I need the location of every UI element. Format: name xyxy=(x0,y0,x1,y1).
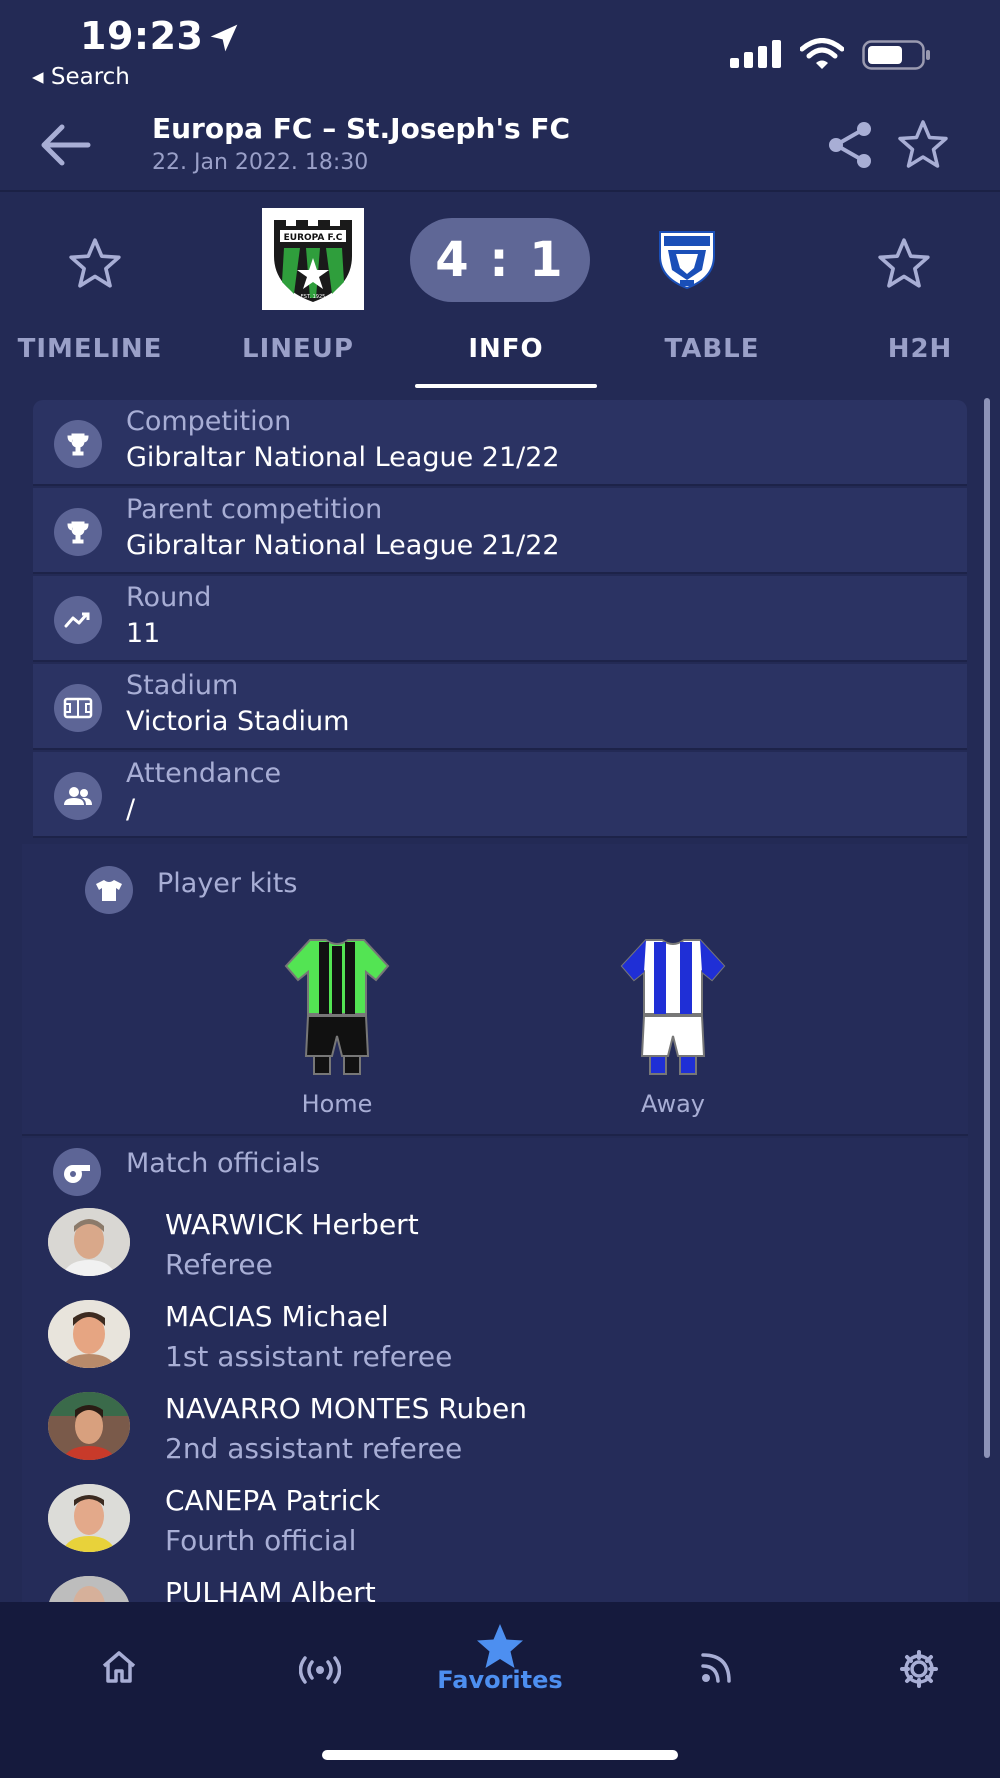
match-title: Europa FC – St.Joseph's FC xyxy=(152,112,571,145)
europa-fc-crest-icon: EUROPA F.C EST. 1925 xyxy=(274,220,352,302)
official-row[interactable]: NAVARRO MONTES Ruben 2nd assistant refer… xyxy=(22,1392,968,1484)
info-row-stadium[interactable]: Stadium Victoria Stadium xyxy=(33,664,967,750)
info-value: Gibraltar National League 21/22 xyxy=(126,442,560,473)
gear-icon xyxy=(900,1650,938,1688)
avatar xyxy=(48,1392,130,1460)
avatar xyxy=(48,1576,130,1602)
avatar xyxy=(48,1208,130,1276)
nav-live[interactable] xyxy=(259,1626,379,1716)
home-indicator[interactable] xyxy=(322,1750,678,1760)
official-row[interactable]: MACIAS Michael 1st assistant referee xyxy=(22,1300,968,1392)
trophy-icon xyxy=(54,420,102,468)
info-label: Parent competition xyxy=(126,494,383,525)
match-officials-heading: Match officials xyxy=(126,1148,321,1179)
info-label: Competition xyxy=(126,406,292,437)
official-row[interactable]: PULHAM Albert xyxy=(22,1576,968,1602)
tab-lineup[interactable]: LINEUP xyxy=(208,334,388,390)
home-kit-icon xyxy=(284,939,390,1075)
nav-favorites-label: Favorites xyxy=(437,1666,563,1694)
info-value: / xyxy=(126,794,136,825)
away-team-favorite-star-icon[interactable] xyxy=(876,236,932,292)
info-value: Victoria Stadium xyxy=(126,706,350,737)
status-time: 19:23 xyxy=(80,14,204,58)
home-team-logo[interactable]: EUROPA F.C EST. 1925 xyxy=(262,208,364,310)
svg-text:EUROPA F.C: EUROPA F.C xyxy=(284,233,343,243)
away-kit-label: Away xyxy=(641,1090,705,1118)
tab-table[interactable]: TABLE xyxy=(622,334,802,390)
rss-icon xyxy=(701,1653,731,1683)
battery-icon xyxy=(862,40,930,70)
info-label: Stadium xyxy=(126,670,239,701)
share-icon[interactable] xyxy=(826,120,876,170)
active-tab-indicator xyxy=(415,384,597,388)
match-tabs: TIMELINE LINEUP INFO TABLE H2H xyxy=(0,334,1000,390)
official-name: NAVARRO MONTES Ruben xyxy=(165,1392,527,1425)
match-score: 4 : 1 xyxy=(410,218,590,302)
official-name: MACIAS Michael xyxy=(165,1300,389,1333)
info-value: Gibraltar National League 21/22 xyxy=(126,530,560,561)
nav-favorites[interactable]: Favorites xyxy=(437,1624,563,1716)
info-row-attendance: Attendance / xyxy=(33,752,967,838)
match-datetime: 22. Jan 2022. 18:30 xyxy=(152,150,369,175)
tab-timeline[interactable]: TIMELINE xyxy=(0,334,180,390)
official-name: PULHAM Albert xyxy=(165,1576,376,1602)
scoreboard: EUROPA F.C EST. 1925 4 : 1 xyxy=(0,194,1000,334)
info-row-parent-competition[interactable]: Parent competition Gibraltar National Le… xyxy=(33,488,967,574)
away-team-logo[interactable] xyxy=(654,228,720,290)
star-icon xyxy=(477,1624,523,1668)
info-row-round: Round 11 xyxy=(33,576,967,662)
away-kit-icon xyxy=(620,939,726,1075)
info-value: 11 xyxy=(126,618,161,649)
nav-home[interactable] xyxy=(60,1626,180,1716)
nav-settings[interactable] xyxy=(860,1626,980,1716)
status-bar: 19:23 ◂ Search xyxy=(0,0,1000,100)
trophy-icon xyxy=(54,508,102,556)
official-role: Referee xyxy=(165,1248,273,1281)
people-icon xyxy=(54,772,102,820)
official-role: Fourth official xyxy=(165,1524,357,1557)
official-role: 1st assistant referee xyxy=(165,1340,453,1373)
official-row[interactable]: WARWICK Herbert Referee xyxy=(22,1208,968,1300)
live-icon xyxy=(299,1656,341,1684)
shirt-icon xyxy=(85,866,133,914)
tab-info[interactable]: INFO xyxy=(416,334,596,390)
player-kits-section: Player kits Home Away xyxy=(22,844,968,1136)
home-team-favorite-star-icon[interactable] xyxy=(67,236,123,292)
scrollbar[interactable] xyxy=(984,398,990,1458)
official-row[interactable]: CANEPA Patrick Fourth official xyxy=(22,1484,968,1576)
info-label: Round xyxy=(126,582,212,613)
info-row-competition[interactable]: Competition Gibraltar National League 21… xyxy=(33,400,967,486)
wifi-icon xyxy=(800,38,844,69)
back-arrow-icon[interactable] xyxy=(36,120,94,170)
info-label: Attendance xyxy=(126,758,282,789)
pitch-icon xyxy=(54,684,102,732)
official-role: 2nd assistant referee xyxy=(165,1432,463,1465)
match-header: Europa FC – St.Joseph's FC 22. Jan 2022.… xyxy=(0,100,1000,192)
whistle-icon xyxy=(53,1148,101,1196)
official-name: CANEPA Patrick xyxy=(165,1484,381,1517)
app-root: 19:23 ◂ Search Europa FC – St.Joseph's F… xyxy=(0,0,1000,1778)
official-name: WARWICK Herbert xyxy=(165,1208,419,1241)
info-content: Competition Gibraltar National League 21… xyxy=(0,400,1000,1602)
nav-feed[interactable] xyxy=(660,1626,780,1716)
tab-h2h[interactable]: H2H xyxy=(830,334,1000,390)
match-officials-section: Match officials WARWICK Herbert Referee … xyxy=(22,1138,968,1602)
player-kits-heading: Player kits xyxy=(157,868,298,899)
back-to-search-link[interactable]: ◂ Search xyxy=(32,64,130,90)
location-arrow-icon xyxy=(210,24,238,52)
avatar xyxy=(48,1300,130,1368)
cellular-signal-icon xyxy=(730,40,781,68)
avatar xyxy=(48,1484,130,1552)
favorite-star-icon[interactable] xyxy=(896,118,950,172)
svg-text:EST. 1925: EST. 1925 xyxy=(301,294,326,300)
trend-icon xyxy=(54,596,102,644)
home-icon xyxy=(102,1651,136,1683)
home-kit-label: Home xyxy=(301,1090,373,1118)
